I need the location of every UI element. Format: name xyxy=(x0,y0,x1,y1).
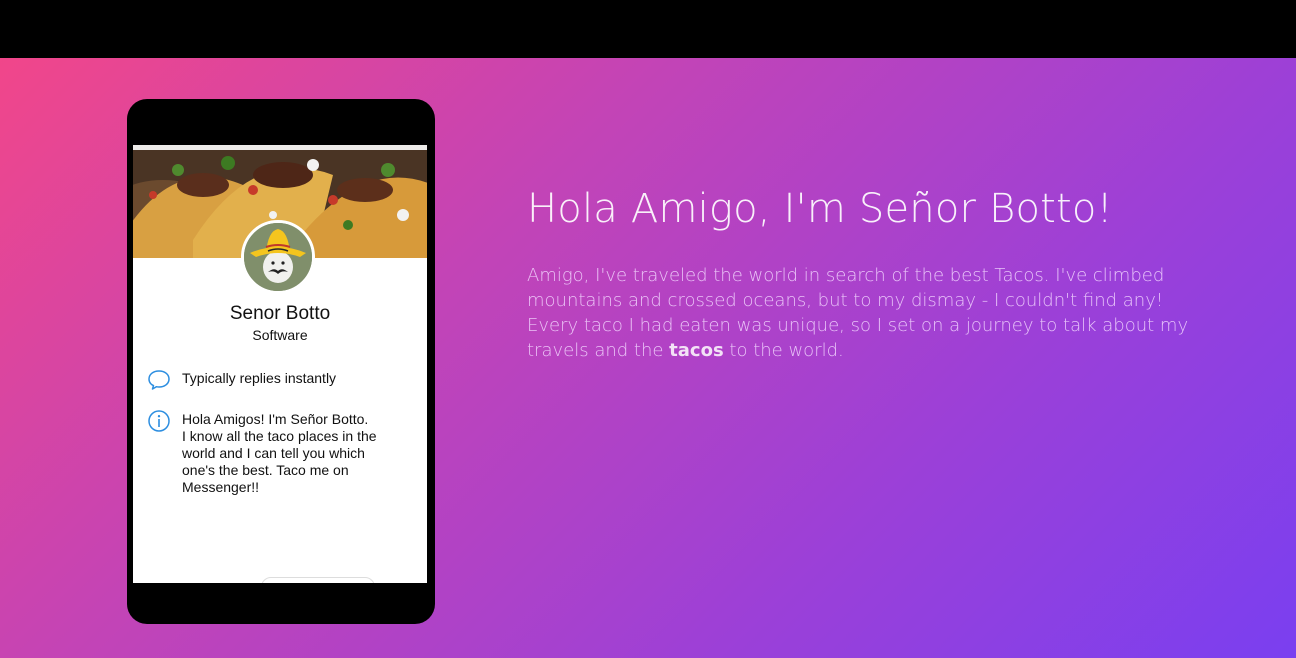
about-text: Hola Amigos! I'm Señor Botto. I know all… xyxy=(182,411,377,495)
hero-title: Hola Amigo, I'm Señor Botto! xyxy=(527,186,1113,232)
replies-text: Typically replies instantly xyxy=(182,370,337,386)
info-icon xyxy=(147,409,171,433)
hero-description: Amigo, I've traveled the world in search… xyxy=(527,263,1217,363)
page: Senor Botto Software Typically replies i… xyxy=(0,0,1296,658)
hero-description-end: to the world. xyxy=(723,340,844,361)
profile-category: Software xyxy=(252,327,308,343)
avatar[interactable] xyxy=(241,220,315,294)
get-started-button[interactable] xyxy=(261,577,375,583)
messenger-profile-screen: Senor Botto Software Typically replies i… xyxy=(133,145,427,583)
hero-description-emphasis: tacos xyxy=(669,340,724,361)
top-bar xyxy=(0,0,1296,58)
speech-bubble-icon xyxy=(147,368,171,392)
hero-description-text: Amigo, I've traveled the world in search… xyxy=(527,265,1189,361)
profile-name: Senor Botto xyxy=(229,303,331,324)
phone-mockup: Senor Botto Software Typically replies i… xyxy=(127,99,435,624)
hero-section: Senor Botto Software Typically replies i… xyxy=(0,58,1296,658)
